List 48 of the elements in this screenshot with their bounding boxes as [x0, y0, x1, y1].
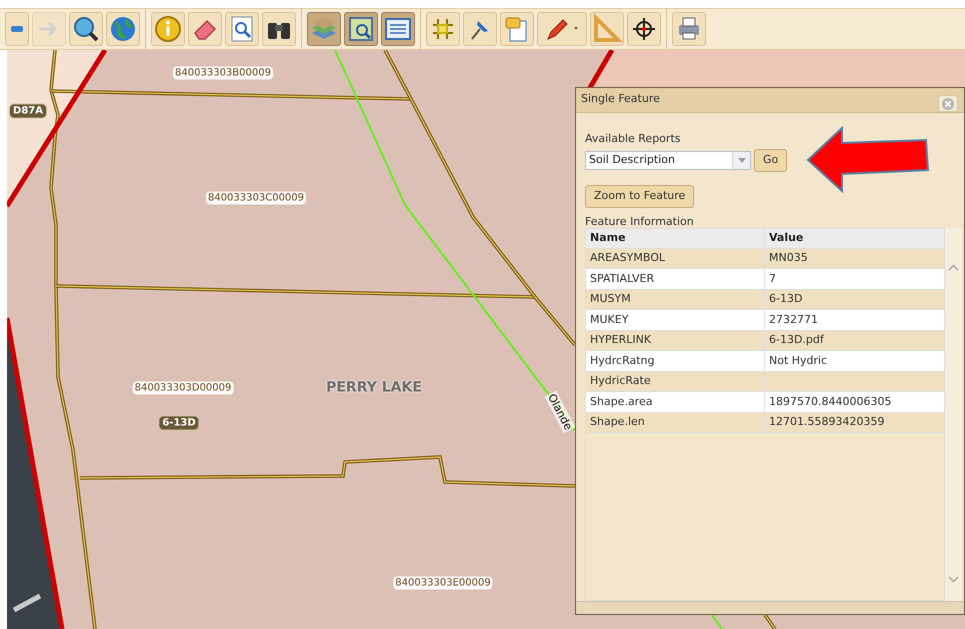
table-cell: MUKEY	[586, 310, 765, 330]
reports-label: Available Reports	[585, 132, 682, 146]
go-button[interactable]: Go	[754, 149, 788, 172]
parcel-label: 840033303E00009	[393, 576, 493, 590]
column-header: Value	[768, 230, 804, 246]
table-cell-text: 2732771	[768, 312, 819, 328]
feature-information-label: Feature Information	[585, 214, 695, 228]
close-icon	[942, 98, 954, 110]
table-cell: MUSYM	[586, 290, 765, 310]
zoom-out-icon	[11, 26, 23, 32]
table-cell: Shape.len	[586, 412, 765, 432]
parcel-label: 840033303C00009	[206, 192, 306, 204]
soil-label: D87A	[9, 104, 47, 118]
table-cell-text: 12701.55893420359	[768, 414, 886, 430]
column-header: Name	[586, 228, 765, 248]
road-line	[711, 614, 723, 629]
triangle-ruler-icon	[591, 13, 623, 45]
table-cell: HYPERLINK	[586, 330, 765, 350]
table-cell: SPATIALVER	[586, 269, 765, 289]
table-cell-text: 1897570.8440006305	[768, 394, 892, 410]
parcel-line	[764, 614, 776, 629]
toolbar-button[interactable]	[262, 12, 296, 46]
table-cell-text: MN035	[768, 250, 809, 266]
scrollbar[interactable]	[945, 228, 962, 601]
toolbar-button[interactable]	[627, 12, 661, 46]
dropdown-value: Soil Description	[588, 152, 676, 168]
scroll-up-icon	[948, 264, 959, 271]
dropdown-caret-icon	[738, 158, 746, 163]
table-cell-text: 6-13D.pdf	[768, 332, 825, 348]
parcel-label: 840033303D00009	[132, 382, 234, 394]
place-label: PERRY LAKE	[326, 382, 422, 394]
table-cell: AREASYMBOL	[586, 248, 765, 268]
table-cell: Shape.area	[586, 392, 765, 412]
info-icon	[152, 13, 184, 45]
zoom-to-feature-button[interactable]: Zoom to Feature	[585, 184, 694, 208]
table-cell: HydrcRatng	[586, 351, 765, 371]
panel-title: Single Feature	[581, 91, 660, 107]
report-dropdown[interactable]: Soil Description	[585, 151, 751, 170]
parcel-label: 840033303B00009	[173, 66, 273, 80]
arrow-icon	[805, 126, 931, 194]
table-cell: HydricRate	[586, 372, 765, 392]
toolbar-button[interactable]	[537, 12, 587, 46]
table-cell-text: 6-13D	[768, 291, 804, 308]
toolbar-button[interactable]	[672, 12, 706, 46]
table-cell-text: 7	[768, 270, 777, 287]
soil-label: 6-13D	[158, 416, 200, 430]
scroll-down-icon	[948, 576, 959, 583]
table-cell-text: Not Hydric	[768, 352, 828, 369]
